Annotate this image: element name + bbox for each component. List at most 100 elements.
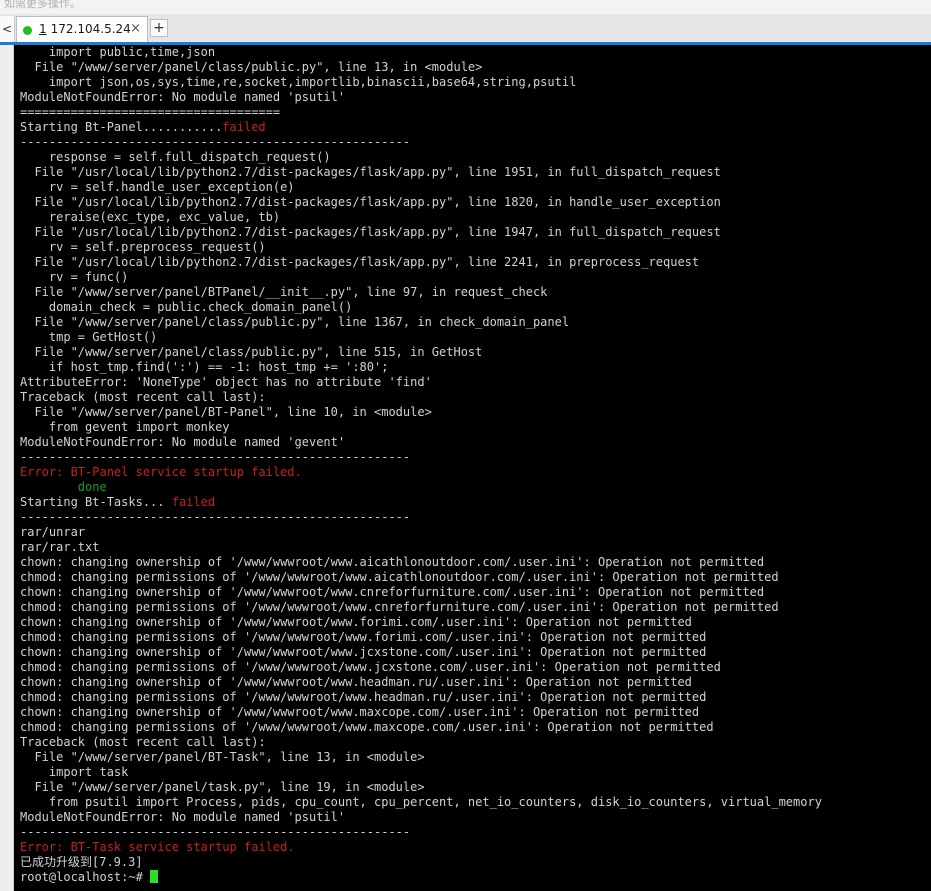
tab-index: 1 [39, 22, 47, 36]
terminal-text: Error: BT-Panel service startup failed. [20, 465, 302, 479]
close-tab-icon[interactable]: × [130, 21, 141, 36]
terminal-line: File "/www/server/panel/BTPanel/__init__… [20, 285, 931, 300]
terminal-line: rar/rar.txt [20, 540, 931, 555]
terminal-text: Traceback (most recent call last): [20, 735, 266, 749]
terminal-text: Starting Bt-Tasks... [20, 495, 172, 509]
terminal-line: reraise(exc_type, exc_value, tb) [20, 210, 931, 225]
terminal-text: failed [222, 120, 266, 134]
terminal-line: rv = self.preprocess_request() [20, 240, 931, 255]
terminal-text: chmod: changing permissions of '/www/www… [20, 600, 779, 614]
terminal-text: File "/www/server/panel/class/public.py"… [20, 315, 570, 329]
terminal-text: from psutil import Process, pids, cpu_co… [20, 795, 822, 809]
terminal-line: 已成功升级到[7.9.3] [20, 855, 931, 870]
terminal-line: from gevent import monkey [20, 420, 931, 435]
terminal-text: File "/usr/local/lib/python2.7/dist-pack… [20, 255, 700, 269]
terminal-text: File "/usr/local/lib/python2.7/dist-pack… [20, 165, 721, 179]
terminal-text: File "/www/server/panel/BTPanel/__init__… [20, 285, 548, 299]
new-tab-button[interactable]: + [150, 19, 168, 37]
terminal-line: done [20, 480, 931, 495]
terminal-line: File "/www/server/panel/class/public.py"… [20, 60, 931, 75]
terminal-line: chown: changing ownership of '/www/wwwro… [20, 585, 931, 600]
terminal-text: response = self.full_dispatch_request() [20, 150, 331, 164]
terminal-view[interactable]: import public,time,json File "/www/serve… [14, 45, 931, 891]
terminal-text: File "/www/server/panel/class/public.py"… [20, 60, 483, 74]
terminal-text: import public,time,json [20, 45, 216, 59]
terminal-line: if host_tmp.find(':') == -1: host_tmp +=… [20, 360, 931, 375]
tab-session-1[interactable]: 1 172.104.5.24 × [16, 16, 148, 42]
terminal-line: Traceback (most recent call last): [20, 735, 931, 750]
session-tab-bar: < 1 172.104.5.24 × + [0, 14, 931, 45]
terminal-line: ----------------------------------------… [20, 510, 931, 525]
terminal-text: reraise(exc_type, exc_value, tb) [20, 210, 281, 224]
terminal-line: Traceback (most recent call last): [20, 390, 931, 405]
terminal-line: ModuleNotFoundError: No module named 'ps… [20, 90, 931, 105]
terminal-text: done [20, 480, 107, 494]
terminal-text: ----------------------------------------… [20, 510, 411, 524]
terminal-line: File "/www/server/panel/class/public.py"… [20, 345, 931, 360]
terminal-line: chmod: changing permissions of '/www/www… [20, 690, 931, 705]
terminal-line: Starting Bt-Panel...........failed [20, 120, 931, 135]
terminal-line: import task [20, 765, 931, 780]
terminal-text: ----------------------------------------… [20, 825, 411, 839]
terminal-line: chown: changing ownership of '/www/wwwro… [20, 615, 931, 630]
terminal-line: chmod: changing permissions of '/www/www… [20, 570, 931, 585]
terminal-text: 已成功升级到[7.9.3] [20, 855, 143, 869]
tab-label: 1 172.104.5.24 [39, 22, 131, 36]
terminal-line: domain_check = public.check_domain_panel… [20, 300, 931, 315]
terminal-text: failed [171, 495, 216, 509]
terminal-text: rv = self.handle_user_exception(e) [20, 180, 295, 194]
terminal-line: tmp = GetHost() [20, 330, 931, 345]
terminal-text: chmod: changing permissions of '/www/www… [20, 630, 707, 644]
terminal-text: chmod: changing permissions of '/www/www… [20, 720, 714, 734]
terminal-line: import public,time,json [20, 45, 931, 60]
terminal-text: ----------------------------------------… [20, 450, 411, 464]
terminal-line: response = self.full_dispatch_request() [20, 150, 931, 165]
terminal-text: ModuleNotFoundError: No module named 'ps… [20, 810, 346, 824]
tab-scroll-left-button[interactable]: < [0, 16, 15, 42]
terminal-line: chown: changing ownership of '/www/wwwro… [20, 555, 931, 570]
terminal-text: root@localhost:~# [20, 870, 151, 884]
terminal-line: ==================================== [20, 105, 931, 120]
terminal-line: AttributeError: 'NoneType' object has no… [20, 375, 931, 390]
terminal-line: chmod: changing permissions of '/www/www… [20, 600, 931, 615]
terminal-line: File "/usr/local/lib/python2.7/dist-pack… [20, 165, 931, 180]
terminal-text: import task [20, 765, 129, 779]
terminal-line: File "/www/server/panel/class/public.py"… [20, 315, 931, 330]
terminal-text: Traceback (most recent call last): [20, 390, 266, 404]
terminal-text: ModuleNotFoundError: No module named 'ps… [20, 90, 346, 104]
terminal-text: chmod: changing permissions of '/www/www… [20, 690, 707, 704]
connection-status-icon [23, 26, 32, 35]
terminal-text: import json,os,sys,time,re,socket,import… [20, 75, 577, 89]
terminal-text: rar/rar.txt [20, 540, 100, 554]
terminal-text: chown: changing ownership of '/www/wwwro… [20, 555, 765, 569]
terminal-text: tmp = GetHost() [20, 330, 158, 344]
terminal-line: rv = func() [20, 270, 931, 285]
terminal-text: chmod: changing permissions of '/www/www… [20, 570, 779, 584]
terminal-text: File "/www/server/panel/class/public.py"… [20, 345, 483, 359]
terminal-line: rv = self.handle_user_exception(e) [20, 180, 931, 195]
terminal-line: File "/usr/local/lib/python2.7/dist-pack… [20, 195, 931, 210]
terminal-text: ==================================== [20, 105, 281, 119]
terminal-line: File "/www/server/panel/BT-Panel", line … [20, 405, 931, 420]
terminal-line: File "/usr/local/lib/python2.7/dist-pack… [20, 255, 931, 270]
terminal-text: ----------------------------------------… [20, 135, 411, 149]
terminal-text: Error: BT-Task service startup failed. [20, 840, 295, 854]
window-top-strip: 如需更多操作。 [0, 0, 931, 14]
terminal-line: File "/www/server/panel/BT-Task", line 1… [20, 750, 931, 765]
terminal-line: chmod: changing permissions of '/www/www… [20, 630, 931, 645]
terminal-text: Starting Bt-Panel........... [20, 120, 223, 134]
terminal-line: chown: changing ownership of '/www/wwwro… [20, 675, 931, 690]
terminal-text: rv = func() [20, 270, 129, 284]
terminal-text: chmod: changing permissions of '/www/www… [20, 660, 721, 674]
terminal-text: AttributeError: 'NoneType' object has no… [20, 375, 432, 389]
terminal-text: File "/www/server/panel/BT-Panel", line … [20, 405, 432, 419]
terminal-text: File "/www/server/panel/task.py", line 1… [20, 780, 425, 794]
terminal-line: ----------------------------------------… [20, 450, 931, 465]
terminal-line: File "/usr/local/lib/python2.7/dist-pack… [20, 225, 931, 240]
terminal-line: Error: BT-Panel service startup failed. [20, 465, 931, 480]
window-left-frame [0, 45, 14, 891]
terminal-line: rar/unrar [20, 525, 931, 540]
top-strip-text: 如需更多操作。 [4, 0, 81, 10]
terminal-text: File "/usr/local/lib/python2.7/dist-pack… [20, 195, 721, 209]
terminal-text: File "/www/server/panel/BT-Task", line 1… [20, 750, 425, 764]
